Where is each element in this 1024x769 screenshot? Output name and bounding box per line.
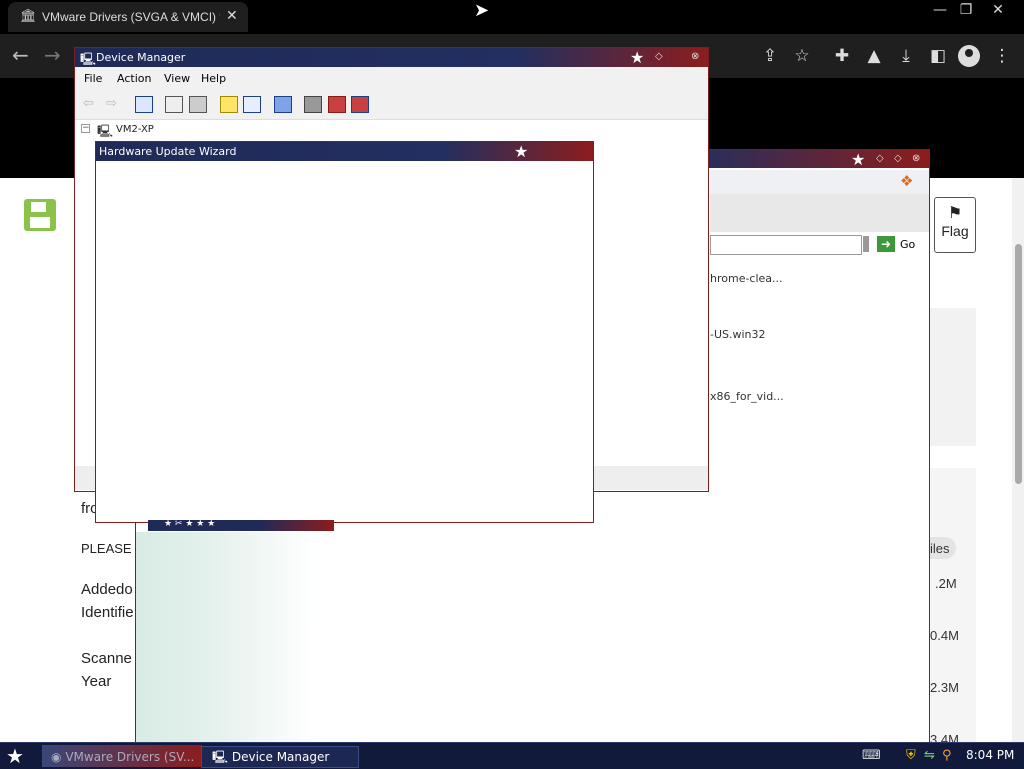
file-size: 2.3M [930,680,959,695]
tab-close-icon[interactable]: ✕ [226,8,238,24]
wizard-title: Hardware Update Wizard [99,145,237,158]
computer-icon: 🖳 [97,124,114,138]
labs-icon[interactable]: ▲ [862,46,886,66]
browser-tab[interactable]: 🏛 VMware Drivers (SVGA & VMCI) for W ✕ [8,2,248,32]
page-text: Year [81,673,112,690]
collapse-icon[interactable]: − [81,124,90,133]
back-window-toolbar [710,194,929,232]
file-link[interactable]: hrome-clea... [710,272,783,285]
files-badge[interactable]: iles [930,541,950,556]
file-size: .2M [935,576,957,591]
star-icon[interactable]: ☆ [790,46,814,66]
back-button[interactable]: ← [12,44,29,66]
menu-action[interactable]: Action [117,72,151,85]
forward-icon[interactable]: ⇨ [106,96,122,111]
forward-button[interactable]: → [44,44,61,66]
show-hide-icon[interactable] [243,96,261,113]
file-link[interactable]: x86_for_vid... [710,390,784,403]
minimize-button[interactable]: — [926,2,954,18]
menu-file[interactable]: File [84,72,102,85]
sidepanel-icon[interactable]: ◧ [926,46,950,66]
download-icon[interactable]: ⤓ [894,46,918,66]
go-arrow-icon[interactable]: ➜ [877,236,895,252]
minimize-icon[interactable]: ◇ [876,153,884,164]
update-driver-icon[interactable] [304,96,322,113]
taskbar-item-device-manager[interactable]: 🖳 Device Manager [201,746,359,768]
profile-icon[interactable] [958,45,980,67]
keyboard-icon[interactable]: ⌨ [862,748,881,763]
page-text: Addedo [81,581,133,598]
tab-strip: 🏛 VMware Drivers (SVGA & VMCI) for W ✕ —… [0,0,1024,34]
clock: 8:04 PM [966,748,1015,762]
mouse-cursor-icon: ➤ [474,0,490,21]
file-link[interactable]: -US.win32 [710,328,766,341]
flag-label: Flag [941,223,969,239]
back-window-menubar: ❖ [710,170,929,194]
close-icon[interactable]: ⊗ [912,153,920,164]
disable-icon[interactable] [328,96,346,113]
close-icon[interactable]: ⊗ [691,51,699,62]
page-text: Identifie [81,604,134,621]
maximize-icon[interactable]: ◇ [655,51,663,62]
page-text: PLEASE [81,541,132,556]
menu-help[interactable]: Help [201,72,226,85]
site-favicon-icon: 🏛 [20,9,37,24]
back-icon[interactable]: ⇦ [83,96,99,111]
print-icon[interactable] [189,96,207,113]
shield-icon[interactable]: ⛨ [906,748,916,763]
menu-view[interactable]: View [164,72,190,85]
share-icon[interactable]: ⇪ [758,46,782,66]
taskbar: ★ ◉ VMware Drivers (SV... 🖳 Device Manag… [0,742,1024,769]
wizard-titlebar[interactable]: Hardware Update Wizard ★ [96,142,593,161]
toolbar: ⇦ ⇨ [75,89,708,120]
page-text: Scanne [81,650,132,667]
star-icon: ★ [630,48,645,67]
flag-icon: ⚑ [947,205,963,222]
windows-logo-icon: ❖ [900,172,914,190]
properties-icon[interactable] [165,96,183,113]
search-icon[interactable]: ⚲ [942,748,952,763]
panel-gradient [136,532,316,742]
extensions-icon[interactable]: ✚ [830,46,854,66]
device-manager-titlebar[interactable]: 🖳 Device Manager ★ ◇ ⊗ [75,48,708,67]
star-icon: ★ [514,142,529,161]
network-icon[interactable]: ⇋ [924,748,935,763]
menu-bar: File Action View Help [75,67,708,89]
help-icon[interactable] [220,96,238,113]
menu-icon[interactable]: ⋮ [990,46,1014,66]
maximize-icon[interactable]: ◇ [894,153,902,164]
chrome-icon: ◉ [51,750,62,764]
taskbar-item-browser[interactable]: ◉ VMware Drivers (SV... [48,746,200,768]
window-title: Device Manager [96,51,186,64]
side-card [930,308,976,446]
side-card-files [930,468,976,748]
computer-icon: 🖳 [212,750,229,764]
tree-root-label[interactable]: VM2-XP [116,124,154,135]
address-field[interactable] [710,235,862,255]
scrollbar-thumb[interactable] [1015,244,1022,484]
start-button[interactable]: ★ [6,746,24,766]
file-size: 0.4M [930,628,959,643]
restore-button[interactable]: ❐ [952,2,980,18]
partial-titlebar-strip: ★ ✂ ★ ★ ★ [148,519,334,531]
flag-button[interactable]: ⚑ Flag [934,197,976,253]
save-icon[interactable] [24,199,56,231]
console-tree-icon[interactable] [135,96,153,113]
uninstall-icon[interactable] [351,96,369,113]
close-window-button[interactable]: ✕ [984,2,1012,18]
scan-hardware-icon[interactable] [274,96,292,113]
hardware-update-wizard[interactable]: Hardware Update Wizard ★ [95,141,594,523]
tab-title: VMware Drivers (SVGA & VMCI) for W [42,10,220,24]
go-button[interactable]: Go [900,238,915,251]
star-icon: ★ [851,150,866,169]
